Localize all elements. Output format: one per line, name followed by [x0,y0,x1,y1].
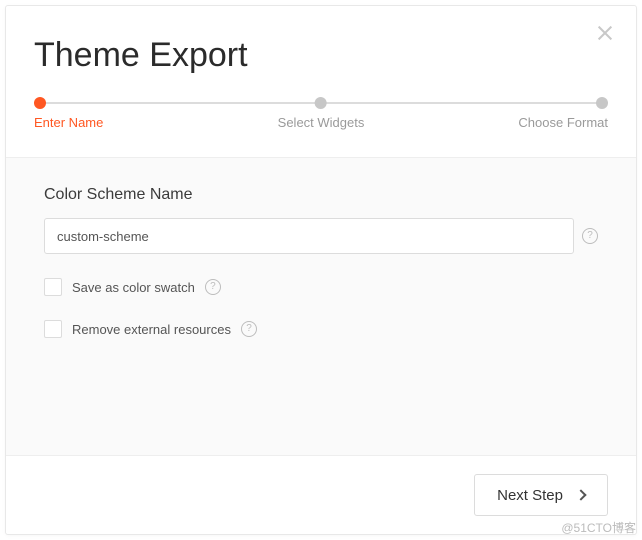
scheme-name-row: ? [44,218,598,254]
scheme-name-input[interactable] [44,218,574,254]
help-icon[interactable]: ? [241,321,257,337]
save-swatch-row: Save as color swatch ? [44,278,598,296]
remove-resources-checkbox[interactable] [44,320,62,338]
save-swatch-label: Save as color swatch [72,280,195,295]
step-label: Enter Name [34,115,103,130]
help-icon[interactable]: ? [582,228,598,244]
watermark: @51CTO博客 [561,519,636,536]
step-label: Select Widgets [278,115,365,130]
modal-title: Theme Export [6,6,636,97]
next-step-label: Next Step [497,487,563,504]
step-dot-icon [315,97,327,109]
next-step-button[interactable]: Next Step [474,474,608,516]
save-swatch-checkbox[interactable] [44,278,62,296]
field-label-scheme-name: Color Scheme Name [44,186,598,204]
theme-export-modal: Theme Export Enter Name Select Widgets C… [5,5,637,535]
remove-resources-label: Remove external resources [72,322,231,337]
step-dot-icon [34,97,46,109]
step-dot-icon [596,97,608,109]
step-select-widgets[interactable]: Select Widgets [278,97,365,130]
stepper: Enter Name Select Widgets Choose Format [6,97,636,137]
help-icon[interactable]: ? [205,279,221,295]
chevron-right-icon [575,489,586,500]
remove-resources-row: Remove external resources ? [44,320,598,338]
modal-footer: Next Step [6,456,636,534]
step-label: Choose Format [518,115,608,130]
close-icon[interactable] [596,24,614,42]
step-enter-name[interactable]: Enter Name [34,97,103,130]
form-panel: Color Scheme Name ? Save as color swatch… [6,157,636,456]
step-choose-format[interactable]: Choose Format [518,97,608,130]
